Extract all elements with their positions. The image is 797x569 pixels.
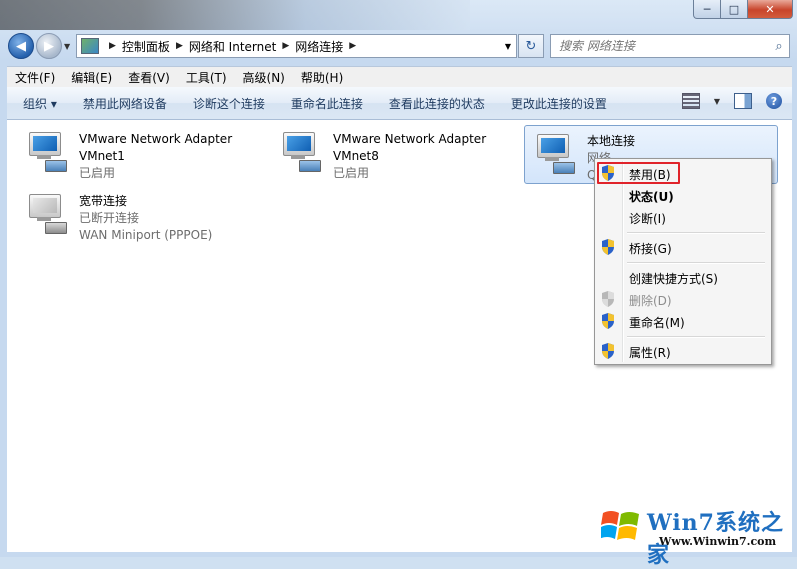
title-bar-glass	[0, 0, 470, 30]
watermark-url: Www.Winwin7.com	[659, 535, 777, 548]
menu-separator	[627, 336, 765, 338]
connection-name: 宽带连接	[79, 194, 128, 208]
breadcrumb-separator-icon[interactable]: ▶	[109, 41, 116, 51]
menu-item-diagnose[interactable]: 诊断(I)	[597, 206, 767, 228]
close-button[interactable]: ✕	[748, 0, 793, 19]
breadcrumb-separator-icon[interactable]: ▶	[282, 41, 289, 51]
menu-item-label: 属性(R)	[629, 346, 671, 360]
network-adapter-icon	[281, 132, 321, 172]
menu-item-label: 诊断(I)	[629, 212, 666, 226]
connection-name: VMware Network Adapter	[79, 132, 233, 146]
menu-item-rename[interactable]: 重命名(M)	[597, 310, 767, 332]
address-history-dropdown[interactable]: ▼	[500, 34, 517, 58]
breadcrumb-separator-icon[interactable]: ▶	[176, 41, 183, 51]
connection-name: 本地连接	[587, 134, 636, 148]
menu-separator	[627, 262, 765, 264]
help-icon[interactable]: ?	[766, 93, 782, 109]
refresh-button[interactable]: ↻	[518, 34, 544, 58]
search-icon[interactable]: ⌕	[769, 39, 789, 54]
preview-pane-icon[interactable]	[734, 93, 752, 109]
change-view-icon[interactable]	[681, 93, 700, 109]
menu-edit[interactable]: 编辑(E)	[63, 69, 120, 86]
breadcrumb-separator-icon[interactable]: ▶	[349, 41, 356, 51]
network-adapter-icon	[535, 134, 575, 174]
menu-item-label: 桥接(G)	[629, 242, 672, 256]
menu-item-label: 状态(U)	[629, 190, 674, 204]
menu-item-create-shortcut[interactable]: 创建快捷方式(S)	[597, 266, 767, 288]
connection-network: VMnet1	[79, 149, 125, 163]
control-panel-icon	[81, 38, 99, 54]
change-settings-button[interactable]: 更改此连接的设置	[495, 95, 617, 112]
search-box[interactable]: ⌕	[550, 34, 790, 58]
menu-item-label: 重命名(M)	[629, 316, 685, 330]
back-button[interactable]: ◀	[8, 33, 34, 59]
organize-button[interactable]: 组织 ▾	[7, 95, 67, 112]
menu-item-status[interactable]: 状态(U)	[597, 184, 767, 206]
connection-status: 已启用	[333, 166, 370, 180]
connection-status: 已启用	[79, 166, 116, 180]
command-bar: 组织 ▾ 禁用此网络设备 诊断这个连接 重命名此连接 查看此连接的状态 更改此连…	[7, 87, 792, 120]
refresh-icon: ↻	[525, 38, 537, 54]
minimize-button[interactable]: ─	[693, 0, 721, 19]
address-bar[interactable]: ▶ 控制面板 ▶ 网络和 Internet ▶ 网络连接 ▶	[76, 34, 502, 58]
forward-arrow-icon: ▶	[44, 38, 54, 54]
context-menu: 禁用(B) 状态(U) 诊断(I) 桥接(G) 创建快捷方式(S) 删除(D) …	[594, 158, 772, 365]
connection-status: 已断开连接	[79, 211, 140, 225]
menu-item-delete: 删除(D)	[597, 288, 767, 310]
back-arrow-icon: ◀	[16, 38, 26, 54]
menu-item-label: 删除(D)	[629, 294, 672, 308]
disable-device-button[interactable]: 禁用此网络设备	[67, 95, 177, 112]
menu-item-properties[interactable]: 属性(R)	[597, 340, 767, 362]
network-adapter-icon	[27, 132, 67, 172]
explorer-window: ─ □ ✕ ◀ ▶ ▼ ▶ 控制面板 ▶ 网络和 Internet ▶ 网络连接 ▶ …	[0, 0, 797, 568]
broadband-connection-icon	[27, 194, 67, 234]
menu-advanced[interactable]: 高级(N)	[235, 69, 293, 86]
connection-vmnet1[interactable]: VMware Network Adapter VMnet1 已启用	[17, 124, 267, 182]
view-options-dropdown[interactable]: ▼	[714, 97, 720, 106]
caption-buttons: ─ □ ✕	[693, 0, 793, 20]
uac-shield-icon	[602, 343, 614, 359]
menu-separator	[627, 232, 765, 234]
connection-device: WAN Miniport (PPPOE)	[79, 228, 213, 242]
diagnose-connection-button[interactable]: 诊断这个连接	[177, 95, 275, 112]
breadcrumb-network-connections[interactable]: 网络连接	[295, 38, 343, 55]
connection-network: VMnet8	[333, 149, 379, 163]
uac-shield-icon	[602, 239, 614, 255]
menu-item-bridge[interactable]: 桥接(G)	[597, 236, 767, 258]
recent-pages-dropdown[interactable]: ▼	[64, 42, 70, 51]
menu-tools[interactable]: 工具(T)	[178, 69, 235, 86]
menu-help[interactable]: 帮助(H)	[293, 69, 351, 86]
navigation-bar: ◀ ▶ ▼ ▶ 控制面板 ▶ 网络和 Internet ▶ 网络连接 ▶ ▼ ↻ ⌕	[8, 33, 792, 59]
uac-shield-icon	[602, 291, 614, 307]
rename-connection-button[interactable]: 重命名此连接	[275, 95, 373, 112]
site-watermark: Win7系统之家 Www.Winwin7.com	[597, 499, 795, 568]
menu-bar: 文件(F) 编辑(E) 查看(V) 工具(T) 高级(N) 帮助(H)	[7, 66, 792, 87]
highlight-box	[597, 162, 680, 184]
breadcrumb-network-internet[interactable]: 网络和 Internet	[189, 38, 276, 55]
menu-view[interactable]: 查看(V)	[120, 69, 178, 86]
forward-button[interactable]: ▶	[36, 33, 62, 59]
menu-item-label: 创建快捷方式(S)	[629, 272, 718, 286]
connection-broadband[interactable]: 宽带连接 已断开连接 WAN Miniport (PPPOE)	[17, 186, 267, 244]
breadcrumb-control-panel[interactable]: 控制面板	[122, 38, 170, 55]
maximize-button[interactable]: □	[721, 0, 748, 19]
view-status-button[interactable]: 查看此连接的状态	[373, 95, 495, 112]
search-input[interactable]	[557, 38, 769, 54]
uac-shield-icon	[602, 313, 614, 329]
menu-file[interactable]: 文件(F)	[7, 69, 63, 86]
connection-name: VMware Network Adapter	[333, 132, 487, 146]
windows-logo-icon	[601, 511, 639, 540]
connection-vmnet8[interactable]: VMware Network Adapter VMnet8 已启用	[271, 124, 521, 182]
